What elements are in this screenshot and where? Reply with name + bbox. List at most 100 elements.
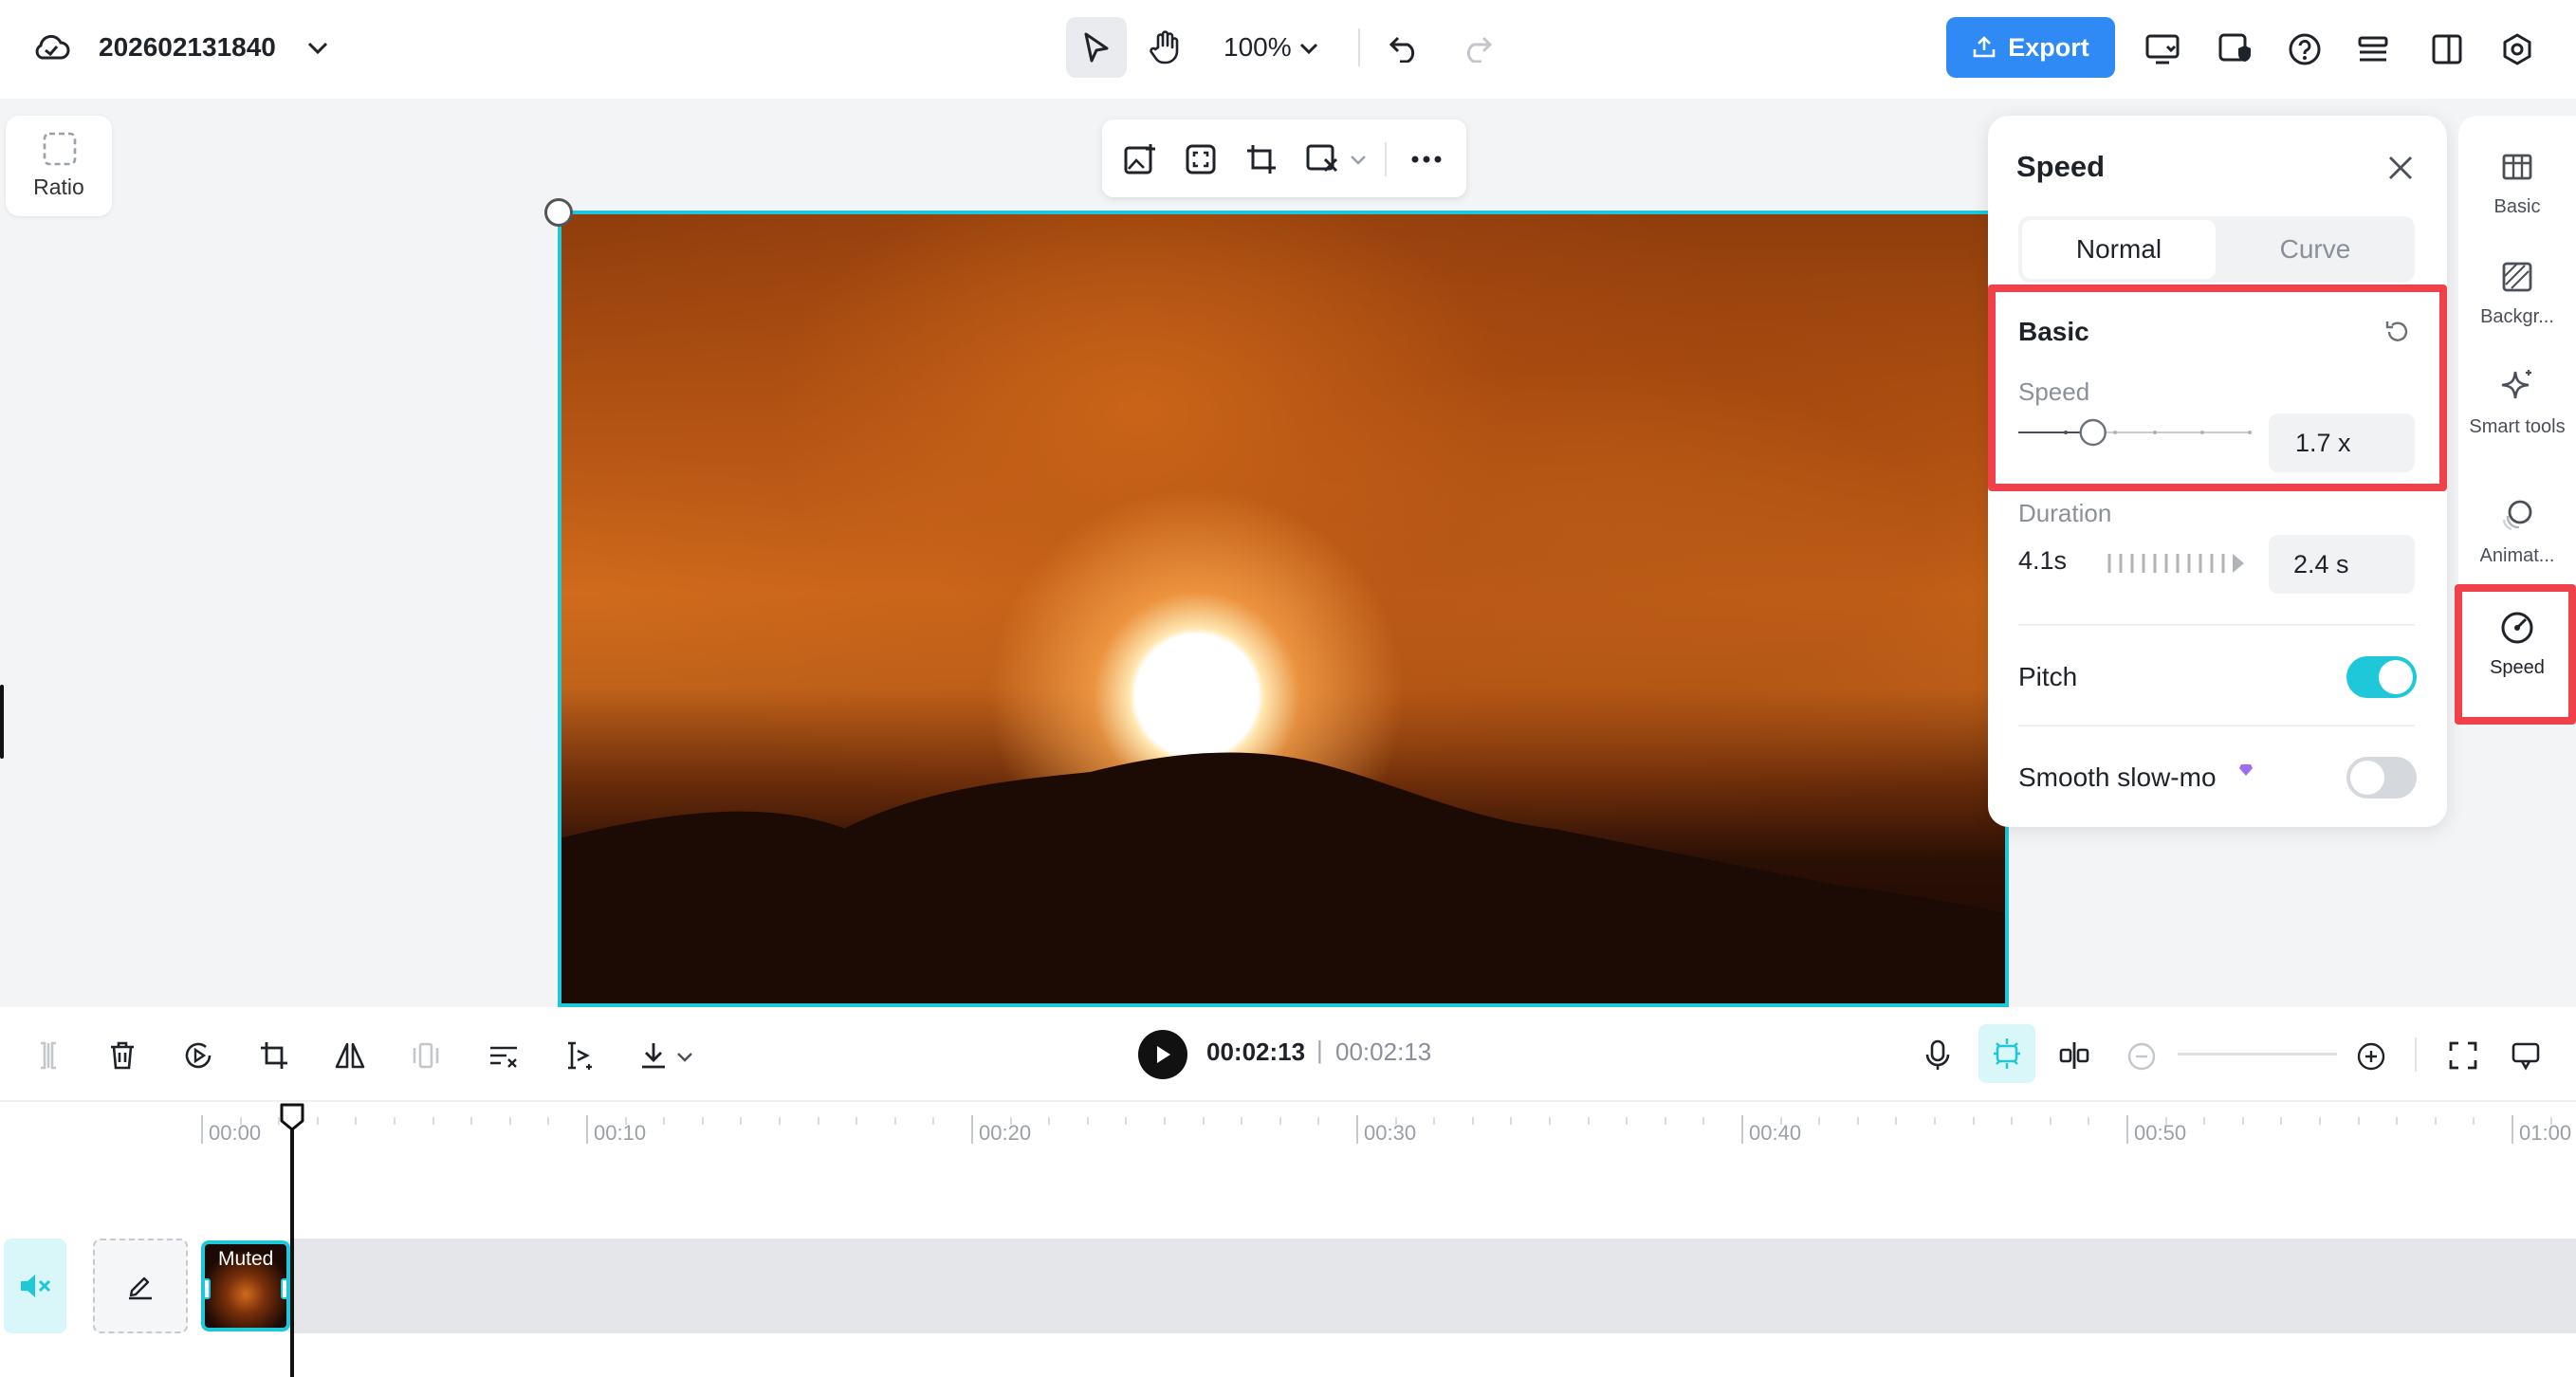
- playhead[interactable]: [290, 1110, 294, 1377]
- close-button[interactable]: [2379, 146, 2422, 190]
- ruler-label: 00:10: [594, 1121, 647, 1145]
- clip-trim-handle-left[interactable]: [205, 1278, 211, 1299]
- duration-value-input[interactable]: 2.4 s: [2269, 535, 2415, 594]
- close-icon: [2389, 156, 2412, 179]
- play-button[interactable]: [1138, 1030, 1187, 1079]
- ruler-tick: [1587, 1117, 1590, 1125]
- pitch-toggle[interactable]: [2346, 656, 2417, 698]
- smooth-slowmo-toggle[interactable]: [2346, 757, 2417, 799]
- chevron-down-icon[interactable]: [302, 32, 334, 64]
- freeze-button[interactable]: [404, 1034, 448, 1077]
- clip-trim-handle-right[interactable]: [281, 1278, 286, 1299]
- timeline-zoom-slider[interactable]: [2178, 1053, 2337, 1056]
- trash-icon: [111, 1041, 134, 1070]
- ruler-tick: [2434, 1117, 2437, 1125]
- hill-silhouette: [561, 752, 2005, 1003]
- left-panel-handle[interactable]: [0, 685, 4, 759]
- replace-image-button[interactable]: [1119, 138, 1161, 180]
- remove-background-button[interactable]: [1301, 138, 1343, 180]
- delete-button[interactable]: [101, 1034, 144, 1077]
- monitor-download-icon: [2145, 34, 2180, 64]
- video-track[interactable]: [286, 1239, 2576, 1333]
- hand-tool-button[interactable]: [1134, 17, 1195, 78]
- ruler-tick: [2319, 1117, 2321, 1125]
- layers-button[interactable]: [2348, 25, 2398, 74]
- tab-curve[interactable]: Curve: [2219, 220, 2411, 279]
- panel-title: Speed: [2016, 150, 2106, 183]
- edit-cover-button[interactable]: [93, 1239, 188, 1333]
- shield-check-button[interactable]: [2210, 25, 2259, 74]
- ruler-tick: [817, 1117, 819, 1125]
- download-icon: [642, 1043, 665, 1069]
- ruler-tick: [1241, 1117, 1243, 1125]
- crop-icon: [261, 1042, 287, 1069]
- help-button[interactable]: [2280, 25, 2329, 74]
- settings-button[interactable]: [2493, 25, 2542, 74]
- zoom-chevron-icon[interactable]: [1296, 32, 1322, 64]
- present-button[interactable]: [2138, 25, 2187, 74]
- flip-button[interactable]: [328, 1034, 372, 1077]
- select-tool-button[interactable]: [1066, 17, 1127, 78]
- timeline-ruler[interactable]: 00:00 00:10 00:20 00:30 00:40 00:50 01:0…: [0, 1100, 2576, 1157]
- sidebar-item-background[interactable]: Backgr...: [2458, 239, 2576, 351]
- sidebar-item-basic[interactable]: Basic: [2458, 129, 2576, 241]
- zoom-in-button[interactable]: [2352, 1037, 2390, 1075]
- divider: [2018, 624, 2415, 626]
- ruler-tick: [2512, 1115, 2513, 1144]
- time-separator: |: [1316, 1036, 1323, 1064]
- trim-icon: [568, 1041, 592, 1070]
- ruler-tick: [470, 1117, 473, 1125]
- audio-edit-button[interactable]: [482, 1034, 525, 1077]
- sidebar-item-label: Backgr...: [2480, 306, 2554, 327]
- panel-icon: [2432, 34, 2462, 64]
- fullscreen-button[interactable]: [2441, 1034, 2485, 1077]
- chevron-down-icon[interactable]: [673, 1045, 696, 1068]
- snap-toggle[interactable]: [1978, 1024, 2035, 1083]
- pencil-icon: [129, 1276, 152, 1300]
- ruler-tick: [355, 1117, 358, 1125]
- split-view-button[interactable]: [2422, 25, 2472, 74]
- resize-handle[interactable]: [544, 198, 573, 227]
- video-clip[interactable]: Muted: [201, 1240, 290, 1331]
- cloud-sync-icon[interactable]: [28, 28, 74, 66]
- chevron-down-icon[interactable]: [1347, 148, 1370, 171]
- record-voice-button[interactable]: [1916, 1034, 1960, 1077]
- video-preview[interactable]: [558, 211, 2009, 1007]
- split-align-button[interactable]: [2052, 1034, 2096, 1077]
- ruler-tick: [1664, 1117, 1666, 1125]
- zoom-out-button[interactable]: [2123, 1037, 2161, 1075]
- split-disabled-button[interactable]: [27, 1034, 70, 1077]
- ruler-tick: [1164, 1117, 1166, 1125]
- premium-diamond-icon: [2238, 762, 2254, 778]
- redo-button[interactable]: [1453, 25, 1500, 72]
- sidebar-item-animation[interactable]: Animat...: [2458, 478, 2576, 590]
- ruler-label: 00:20: [979, 1121, 1032, 1145]
- trim-button[interactable]: [558, 1034, 601, 1077]
- speed-mode-tabs: Normal Curve: [2018, 216, 2415, 283]
- crop-button[interactable]: [1241, 138, 1282, 180]
- fit-button[interactable]: [1180, 138, 1222, 180]
- zoom-level[interactable]: 100%: [1224, 27, 1292, 68]
- mute-track-button[interactable]: [4, 1239, 66, 1333]
- playhead-handle[interactable]: [279, 1102, 305, 1132]
- ruler-tick: [432, 1117, 434, 1125]
- ruler-tick: [663, 1117, 666, 1125]
- project-title[interactable]: 202602131840: [99, 27, 276, 68]
- download-button[interactable]: [632, 1034, 675, 1077]
- divider: [1385, 142, 1387, 176]
- sidebar-item-smart-tools[interactable]: Smart tools: [2458, 349, 2576, 461]
- more-button[interactable]: [1404, 138, 1449, 180]
- ruler-tick: [508, 1117, 511, 1125]
- crop-tool-button[interactable]: [252, 1034, 296, 1077]
- flip-icon: [335, 1042, 365, 1069]
- undo-button[interactable]: [1381, 25, 1428, 72]
- speed-tool-button[interactable]: [176, 1034, 220, 1077]
- tab-normal[interactable]: Normal: [2022, 220, 2216, 279]
- export-button[interactable]: Export: [1946, 17, 2115, 78]
- ruler-tick: [201, 1115, 203, 1144]
- comment-button[interactable]: [2504, 1034, 2548, 1077]
- ruler-tick: [2280, 1117, 2283, 1125]
- ratio-button[interactable]: Ratio: [6, 116, 112, 216]
- ruler-tick: [2126, 1115, 2128, 1144]
- ruler-tick: [701, 1117, 704, 1125]
